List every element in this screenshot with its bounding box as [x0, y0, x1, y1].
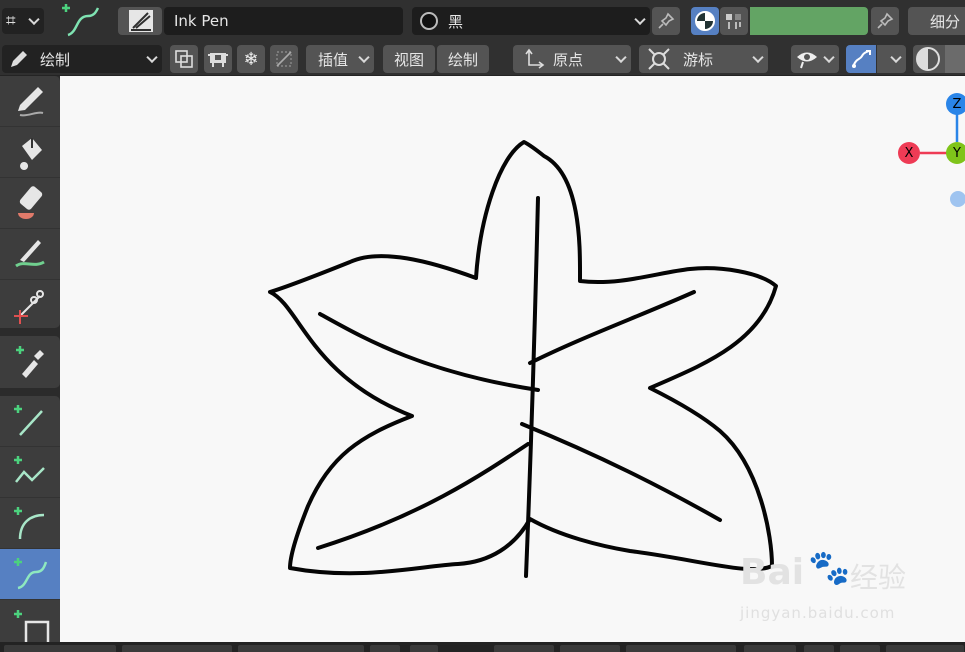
- brush-icon: [129, 10, 153, 32]
- autokey-icon[interactable]: [204, 45, 232, 73]
- brush-name-field[interactable]: Ink Pen: [164, 7, 403, 35]
- shading-menu[interactable]: [913, 45, 965, 73]
- top-header: ⌗ Ink Pen 黑 细分: [0, 0, 965, 42]
- navigation-gizmo[interactable]: Z X Y: [896, 90, 965, 210]
- z-axis-label: Z: [952, 96, 962, 112]
- guides-icon[interactable]: [270, 45, 298, 73]
- polyline-icon: [14, 456, 45, 483]
- cursor-menu[interactable]: 游标: [639, 45, 768, 73]
- tool-draw[interactable]: [0, 76, 60, 127]
- chevron-down-icon: [28, 13, 40, 26]
- origin-menu[interactable]: 原点: [513, 45, 631, 73]
- subdivide-label: 细分: [930, 12, 961, 31]
- x-axis-handle[interactable]: X: [898, 142, 920, 164]
- tool-settings-header: 绘制 ❄ 插值 视图 绘制 原点 游标: [0, 42, 965, 76]
- material-color-mode-icon[interactable]: [691, 7, 719, 35]
- pin-icon[interactable]: [871, 7, 899, 35]
- y-axis-handle[interactable]: Y: [946, 142, 965, 164]
- chevron-down-icon: [890, 51, 902, 64]
- x-axis-label: X: [904, 145, 914, 161]
- origin-label: 原点: [553, 50, 584, 69]
- watermark-site: jingyan.baidu.com: [740, 604, 896, 622]
- material-circle-icon: [420, 12, 438, 30]
- tool-box[interactable]: [0, 600, 60, 642]
- cutter-icon: [14, 289, 44, 324]
- tool-arc[interactable]: [0, 498, 60, 549]
- tool-group-primitives: [0, 396, 60, 642]
- origin-axes-icon: [525, 48, 545, 69]
- overlay-toggle-icon[interactable]: [846, 45, 876, 73]
- chevron-down-icon: [752, 51, 764, 64]
- draw-menu[interactable]: 绘制: [437, 45, 489, 73]
- tool-erase[interactable]: [0, 178, 60, 229]
- multiframe-icon[interactable]: [170, 45, 198, 73]
- tool-line[interactable]: [0, 396, 60, 447]
- tool-tint[interactable]: [0, 229, 60, 280]
- visibility-menu[interactable]: [791, 45, 839, 73]
- watermark-logo-text: Bai: [740, 552, 805, 593]
- chevron-down-icon: [615, 51, 627, 64]
- snap-icon: ⌗: [6, 11, 16, 31]
- status-strip: [0, 642, 965, 652]
- viewport-canvas[interactable]: Z X Y Bai 🐾 经验 jingyan.baidu.com: [60, 76, 965, 642]
- xray-icon: [916, 47, 940, 71]
- cursor-target-icon: [648, 48, 670, 70]
- watermark-logo-text2: 经验: [850, 561, 907, 594]
- eyedropper-icon: [16, 345, 44, 378]
- eraser-icon: [18, 186, 43, 219]
- neg-y-axis-handle[interactable]: [950, 191, 965, 207]
- y-axis-label: Y: [953, 145, 961, 161]
- freeze-icon[interactable]: ❄: [237, 45, 265, 73]
- z-axis-handle[interactable]: Z: [946, 93, 965, 115]
- paw-icon: 🐾: [808, 548, 851, 588]
- tool-fill[interactable]: [0, 127, 60, 178]
- material-selector[interactable]: 黑: [412, 7, 650, 35]
- tool-eyedropper[interactable]: [0, 336, 60, 387]
- view-menu[interactable]: 视图: [383, 45, 435, 73]
- curve-icon: [14, 558, 48, 590]
- tool-group-eyedropper: [0, 336, 60, 388]
- brush-name-text: Ink Pen: [174, 12, 229, 30]
- tint-brush-icon: [15, 240, 45, 268]
- mode-selector[interactable]: 绘制: [2, 45, 162, 73]
- material-name: 黑: [448, 12, 464, 31]
- tool-curve[interactable]: [0, 549, 60, 600]
- tool-cutter[interactable]: [0, 280, 60, 328]
- arc-icon: [14, 507, 45, 540]
- interpolate-label: 插值: [318, 50, 349, 69]
- chevron-down-icon: [823, 51, 835, 64]
- vertex-color-mode-icon[interactable]: [720, 7, 748, 35]
- view-label: 视图: [393, 50, 424, 69]
- chevron-down-icon: [634, 13, 646, 26]
- eye-icon: [797, 52, 817, 69]
- subdivide-button[interactable]: 细分: [908, 7, 965, 35]
- interpolate-menu[interactable]: 插值: [306, 45, 374, 73]
- chevron-down-icon: [358, 51, 370, 64]
- draw-label: 绘制: [447, 50, 478, 69]
- tool-shelf: [0, 76, 60, 642]
- snap-menu[interactable]: ⌗: [2, 8, 44, 34]
- tool-polyline[interactable]: [0, 447, 60, 498]
- brush-preview-button[interactable]: [118, 7, 162, 35]
- line-icon: [14, 405, 43, 436]
- baidu-watermark: Bai 🐾 经验 jingyan.baidu.com: [738, 544, 938, 634]
- box-icon: [14, 609, 50, 642]
- fill-bucket-icon: [20, 138, 42, 170]
- tool-group-draw: [0, 76, 60, 328]
- cursor-label: 游标: [683, 50, 714, 69]
- chevron-down-icon: [146, 51, 158, 64]
- pencil-icon: [11, 51, 27, 67]
- active-tool-curve-icon[interactable]: [56, 2, 102, 40]
- pencil-icon: [18, 87, 44, 117]
- overlay-menu[interactable]: [877, 45, 906, 73]
- mode-label: 绘制: [40, 50, 71, 69]
- color-swatch[interactable]: [750, 7, 868, 35]
- pin-icon[interactable]: [652, 7, 680, 35]
